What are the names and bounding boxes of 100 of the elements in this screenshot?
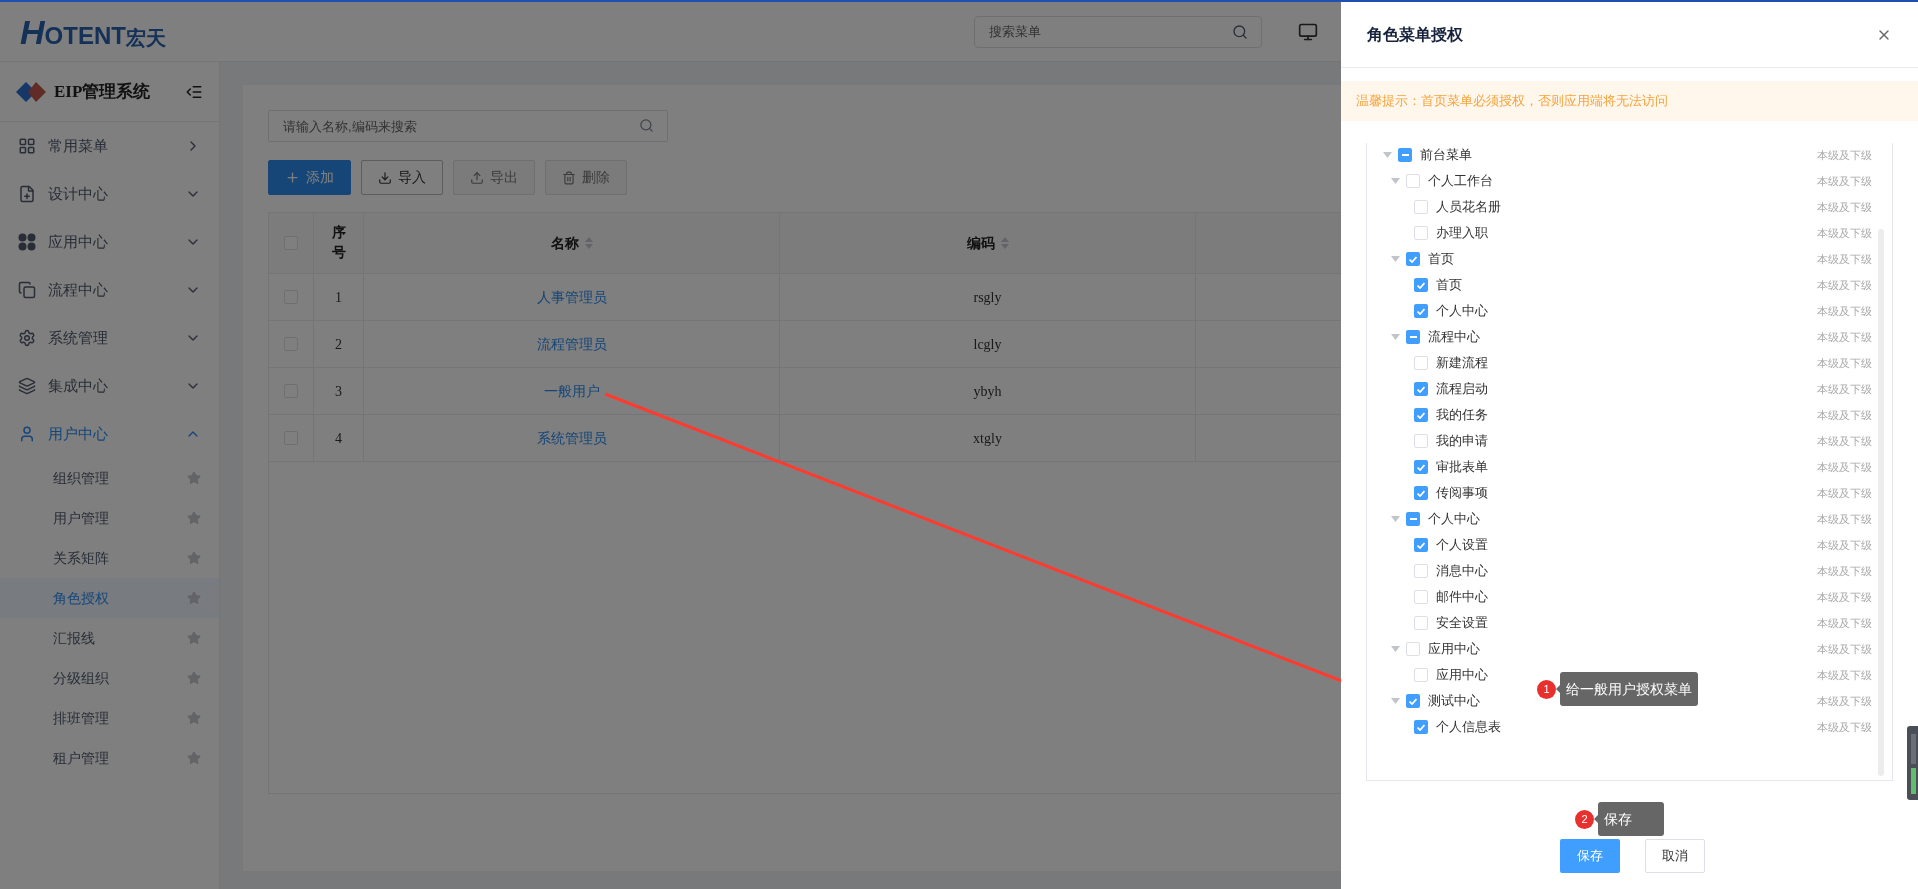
checkbox[interactable] — [1406, 694, 1420, 708]
checkbox[interactable] — [1406, 512, 1420, 526]
scope-label: 本级及下级 — [1817, 381, 1872, 397]
table-search-field[interactable]: 请输入名称,编码来搜索 — [268, 110, 668, 142]
save-button[interactable]: 保存 — [1559, 839, 1620, 873]
sidebar-menu-item[interactable]: 集成中心 — [0, 362, 219, 410]
column-header[interactable]: 编码 — [966, 232, 995, 254]
checkbox[interactable] — [1406, 252, 1420, 266]
sidebar-submenu-item[interactable]: 排班管理 — [0, 698, 219, 738]
scope-label: 本级及下级 — [1817, 251, 1872, 267]
checkbox[interactable] — [1414, 460, 1428, 474]
checkbox[interactable] — [1414, 200, 1428, 214]
role-code: xtgly — [973, 429, 1002, 448]
checkmark-icon — [1409, 697, 1417, 705]
monitor-icon[interactable] — [1298, 21, 1318, 42]
sidebar-menu-item[interactable]: 应用中心 — [0, 218, 219, 266]
star-icon[interactable] — [187, 671, 201, 685]
tree-node-label: 首页 — [1428, 250, 1454, 269]
copy-icon — [18, 281, 36, 299]
star-icon[interactable] — [187, 511, 201, 525]
checkbox[interactable] — [1414, 564, 1428, 578]
column-header[interactable]: 序号 — [331, 223, 346, 263]
cancel-button[interactable]: 取消 — [1644, 839, 1705, 873]
sidebar-menu-item[interactable]: 设计中心 — [0, 170, 219, 218]
sidebar-menu-item[interactable]: 用户中心 — [0, 410, 219, 458]
sidebar-menu-item[interactable]: 常用菜单 — [0, 122, 219, 170]
search-icon[interactable] — [639, 118, 654, 133]
checkbox[interactable] — [1414, 382, 1428, 396]
checkmark-icon — [1417, 723, 1425, 731]
checkbox[interactable] — [1406, 642, 1420, 656]
checkbox[interactable] — [1414, 356, 1428, 370]
toolbar-button[interactable]: 导入 — [361, 160, 443, 195]
caret-down-icon[interactable] — [1391, 178, 1400, 184]
scope-label: 本级及下级 — [1817, 589, 1872, 605]
tree-node-label: 应用中心 — [1428, 640, 1480, 659]
role-name-link[interactable]: 人事管理员 — [536, 286, 607, 308]
checkbox[interactable] — [1414, 616, 1428, 630]
caret-down-icon[interactable] — [1391, 646, 1400, 652]
plus-icon — [285, 170, 300, 185]
tree-node-label: 首页 — [1436, 276, 1462, 295]
logo-mark: H — [20, 14, 45, 49]
sidebar-menu-item[interactable]: 流程中心 — [0, 266, 219, 314]
side-widget-icon[interactable] — [1907, 726, 1918, 800]
star-icon[interactable] — [187, 751, 201, 765]
checkbox[interactable] — [1414, 668, 1428, 682]
sidebar-submenu-item[interactable]: 用户管理 — [0, 498, 219, 538]
caret-down-icon[interactable] — [1391, 698, 1400, 704]
scope-label: 本级及下级 — [1817, 147, 1872, 163]
checkmark-icon — [1417, 385, 1425, 393]
row-index: 2 — [335, 335, 342, 354]
role-name-link[interactable]: 一般用户 — [543, 380, 600, 402]
column-header[interactable]: 名称 — [550, 232, 579, 254]
sidebar-submenu-item[interactable]: 汇报线 — [0, 618, 219, 658]
star-icon[interactable] — [187, 711, 201, 725]
menu-search-field[interactable]: 搜索菜单 — [974, 15, 1262, 48]
tree-node-label: 我的任务 — [1436, 406, 1488, 425]
star-icon[interactable] — [187, 631, 201, 645]
role-name-link[interactable]: 流程管理员 — [536, 333, 607, 355]
caret-down-icon[interactable] — [1383, 152, 1392, 158]
checkbox[interactable] — [1414, 408, 1428, 422]
checkmark-icon — [1417, 463, 1425, 471]
checkbox[interactable] — [1414, 590, 1428, 604]
scope-label: 本级及下级 — [1817, 225, 1872, 241]
sort-icon[interactable] — [1000, 237, 1009, 249]
checkbox[interactable] — [1414, 720, 1428, 734]
tree-node-label: 个人设置 — [1436, 536, 1488, 555]
sort-icon[interactable] — [584, 237, 593, 249]
layers-icon — [18, 377, 36, 395]
role-name-link[interactable]: 系统管理员 — [536, 427, 607, 449]
sidebar-submenu-item[interactable]: 分级组织 — [0, 658, 219, 698]
star-icon[interactable] — [187, 591, 201, 605]
row-index: 4 — [335, 429, 342, 448]
role-code: ybyh — [973, 382, 1002, 401]
checkbox[interactable] — [1406, 174, 1420, 188]
checkbox[interactable] — [1406, 330, 1420, 344]
tree-node-label: 流程启动 — [1436, 380, 1488, 399]
sidebar-menu-item[interactable]: 系统管理 — [0, 314, 219, 362]
toolbar-button[interactable]: 添加 — [268, 160, 351, 195]
checkbox[interactable] — [1414, 538, 1428, 552]
star-icon[interactable] — [187, 551, 201, 565]
checkbox[interactable] — [1414, 278, 1428, 292]
tree-node-label: 个人中心 — [1436, 302, 1488, 321]
checkbox[interactable] — [1414, 486, 1428, 500]
sidebar-submenu-item[interactable]: 租户管理 — [0, 738, 219, 778]
sidebar-submenu-item[interactable]: 角色授权 — [0, 578, 219, 618]
download-icon — [378, 170, 392, 185]
checkbox[interactable] — [1414, 434, 1428, 448]
caret-down-icon[interactable] — [1391, 516, 1400, 522]
caret-down-icon[interactable] — [1391, 256, 1400, 262]
search-icon[interactable] — [1232, 23, 1248, 40]
caret-down-icon[interactable] — [1391, 334, 1400, 340]
checkbox[interactable] — [1414, 226, 1428, 240]
scope-label: 本级及下级 — [1817, 641, 1872, 657]
checkbox[interactable] — [1414, 304, 1428, 318]
scope-label: 本级及下级 — [1817, 277, 1872, 293]
checkbox[interactable] — [1398, 148, 1412, 162]
checkmark-icon — [1417, 489, 1425, 497]
sidebar-submenu-item[interactable]: 关系矩阵 — [0, 538, 219, 578]
star-icon[interactable] — [187, 471, 201, 485]
sidebar-submenu-item[interactable]: 组织管理 — [0, 458, 219, 498]
